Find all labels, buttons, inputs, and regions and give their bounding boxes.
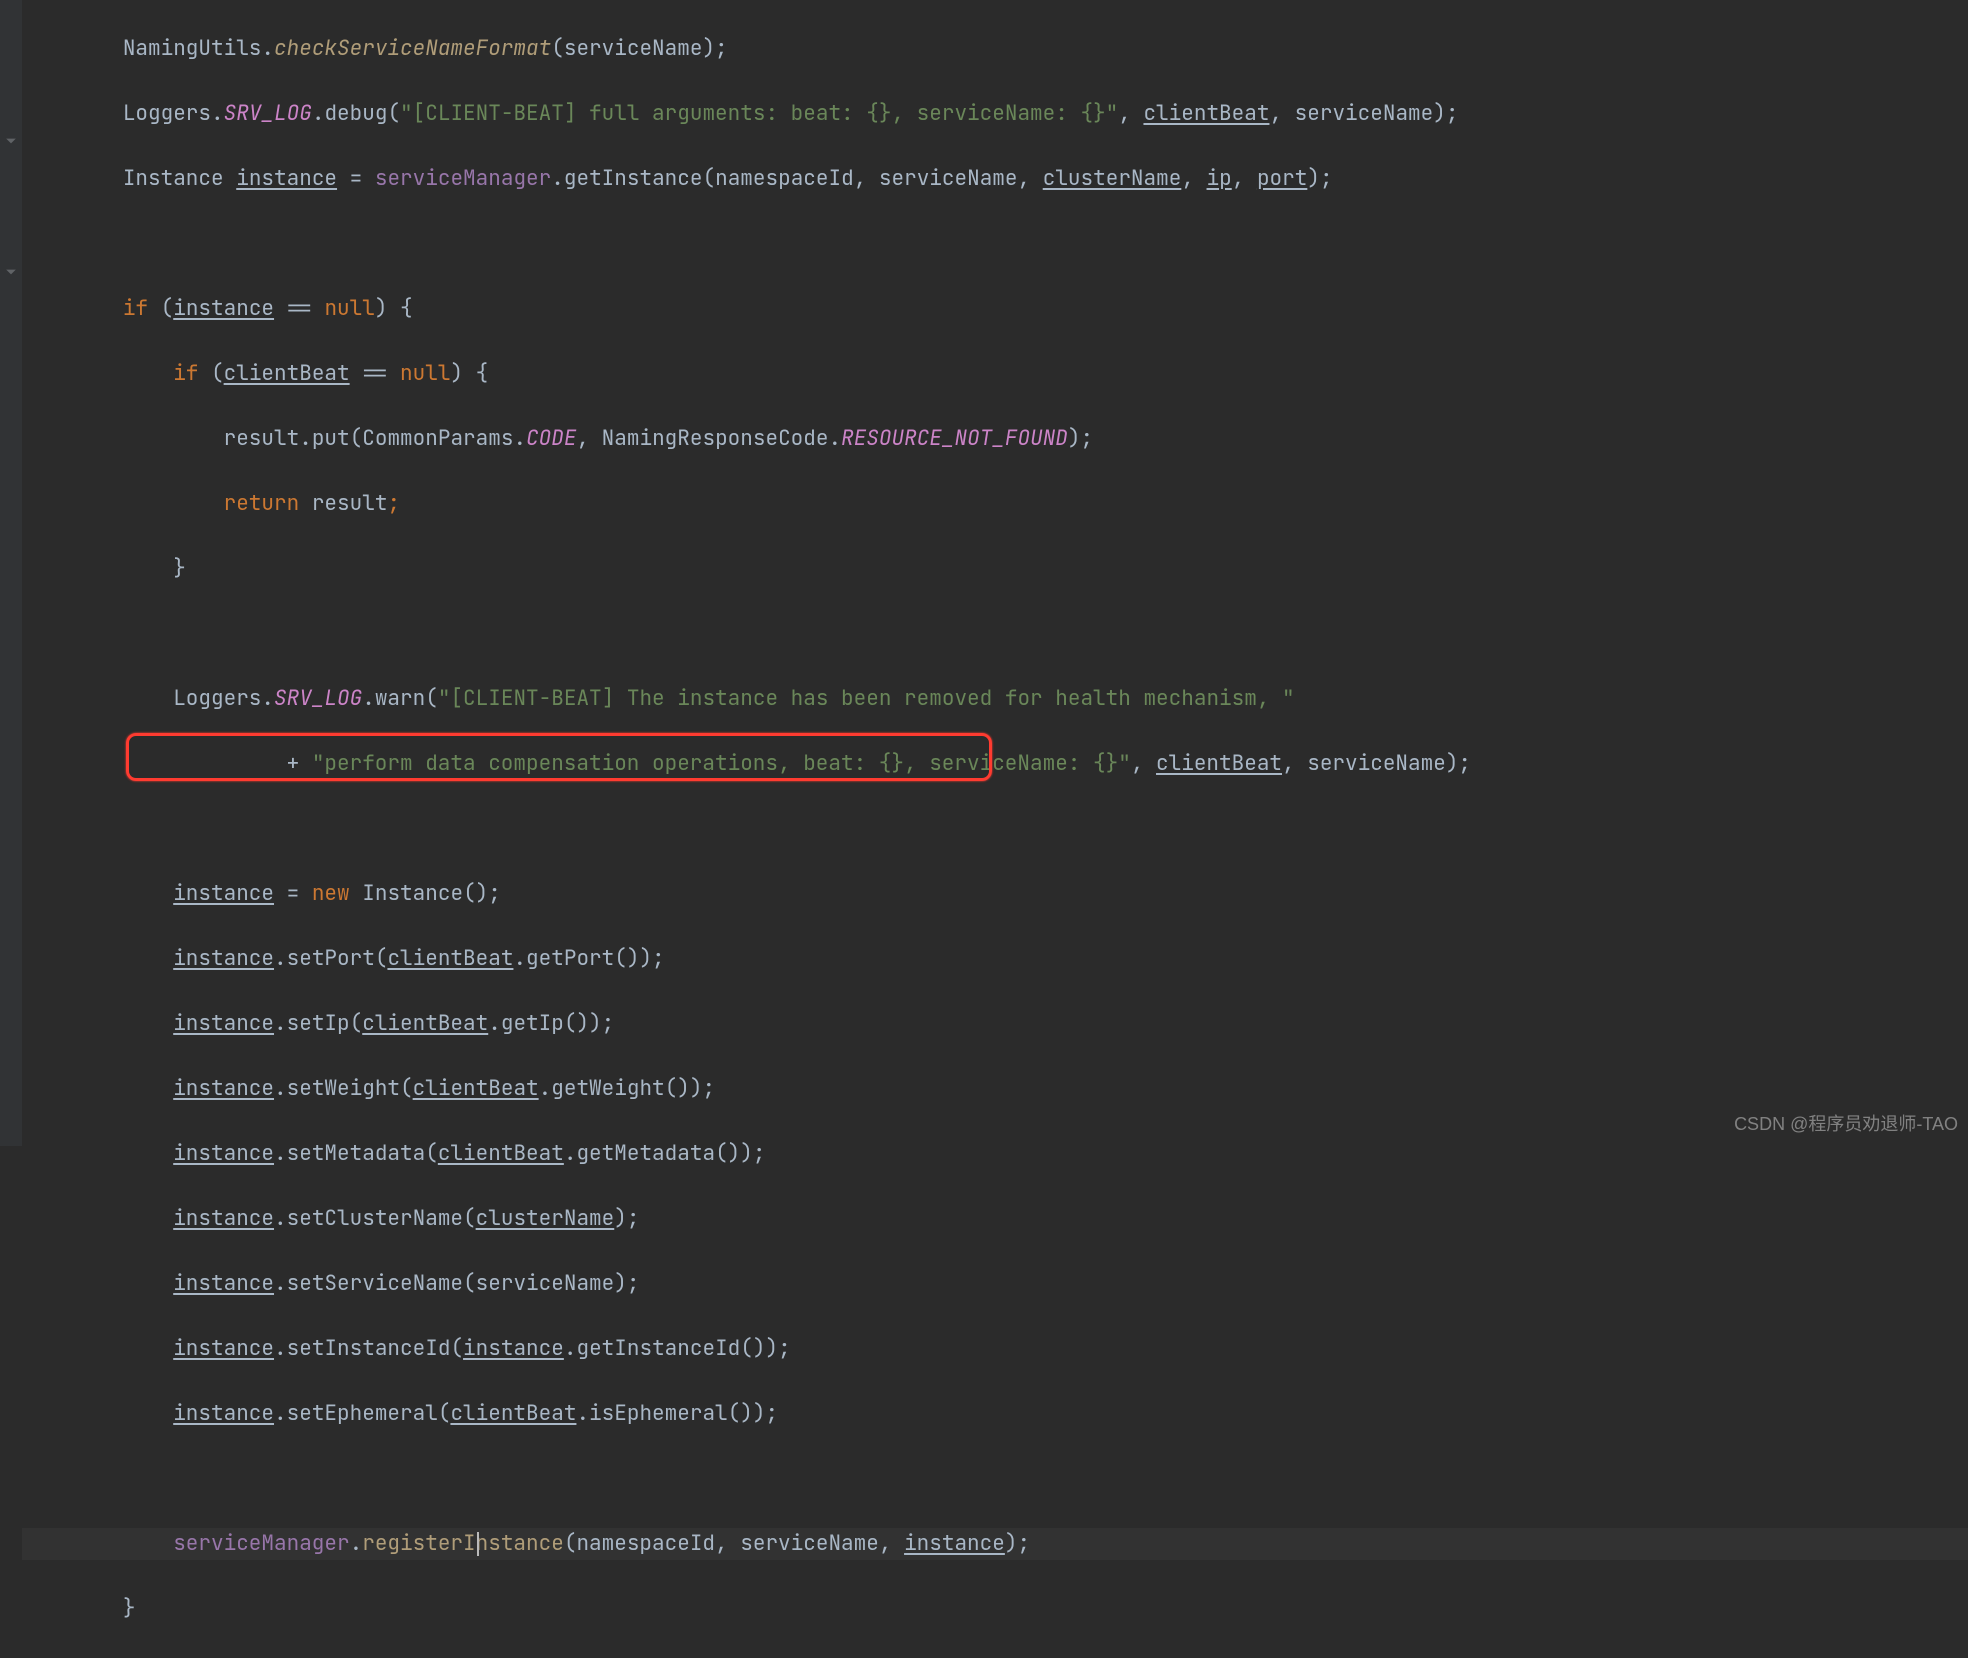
code-line (22, 618, 1968, 651)
code-line: } (22, 1593, 1968, 1626)
code-line: Loggers.SRV_LOG.warn("[CLIENT-BEAT] The … (22, 683, 1968, 716)
code-line: if (instance == null) { (22, 293, 1968, 326)
code-line: instance.setWeight(clientBeat.getWeight(… (22, 1073, 1968, 1106)
code-line: if (clientBeat == null) { (22, 358, 1968, 391)
text-caret (477, 1532, 479, 1556)
code-line (22, 228, 1968, 261)
code-line: instance.setEphemeral(clientBeat.isEphem… (22, 1398, 1968, 1431)
code-line: instance.setClusterName(clusterName); (22, 1203, 1968, 1236)
fold-marker-icon[interactable] (5, 256, 17, 268)
code-line: instance.setInstanceId(instance.getInsta… (22, 1333, 1968, 1366)
code-line: instance = new Instance(); (22, 878, 1968, 911)
code-line: Loggers.SRV_LOG.debug("[CLIENT-BEAT] ful… (22, 98, 1968, 131)
fold-marker-icon[interactable] (5, 125, 17, 137)
watermark-text: CSDN @程序员劝退师-TAO (1724, 1102, 1968, 1147)
code-line: return result; (22, 488, 1968, 521)
code-line: serviceManager.registerInstance(namespac… (22, 1528, 1968, 1561)
code-line: Instance instance = serviceManager.getIn… (22, 163, 1968, 196)
code-line: instance.setPort(clientBeat.getPort()); (22, 943, 1968, 976)
annotation-highlight-box (126, 733, 992, 781)
code-line: NamingUtils.checkServiceNameFormat(servi… (22, 33, 1968, 66)
code-line: instance.setIp(clientBeat.getIp()); (22, 1008, 1968, 1041)
code-editor[interactable]: NamingUtils.checkServiceNameFormat(servi… (22, 0, 1968, 1146)
code-line: } (22, 553, 1968, 586)
code-line: result.put(CommonParams.CODE, NamingResp… (22, 423, 1968, 456)
editor-gutter (0, 0, 22, 1146)
code-line: instance.setMetadata(clientBeat.getMetad… (22, 1138, 1968, 1171)
code-line (22, 1463, 1968, 1496)
code-line (22, 813, 1968, 846)
code-line: instance.setServiceName(serviceName); (22, 1268, 1968, 1301)
